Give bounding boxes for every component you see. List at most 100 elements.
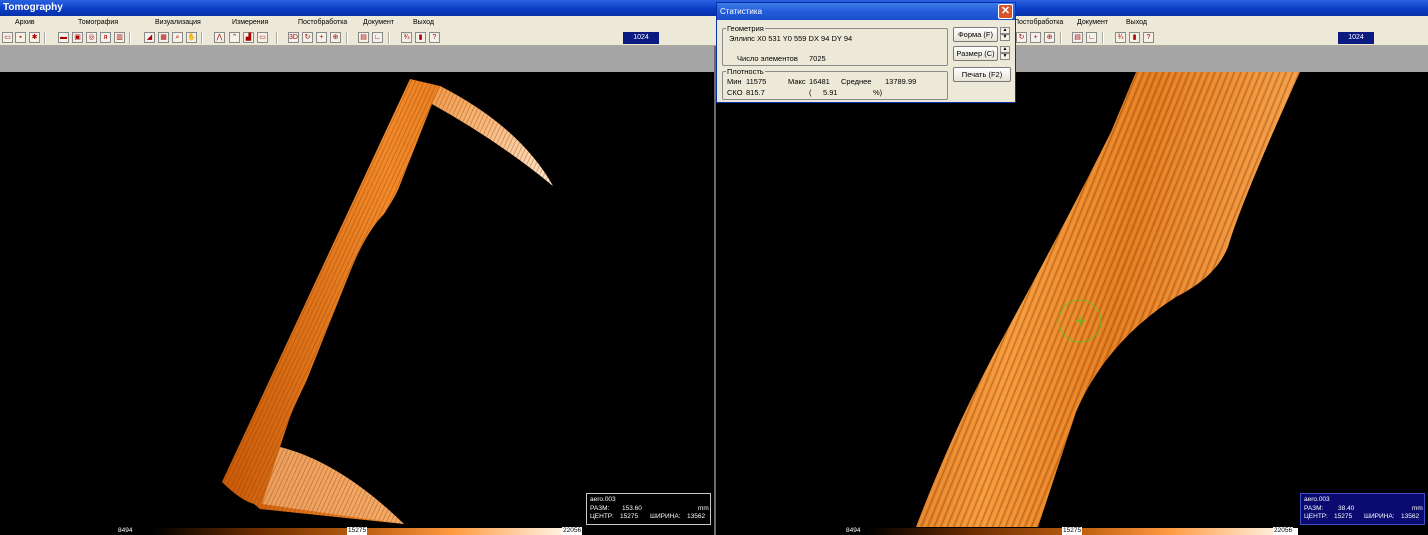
percent-open: ( xyxy=(809,88,812,97)
size-unit-zoomed: mm xyxy=(1412,504,1423,512)
table-icon[interactable]: ▥ xyxy=(114,32,125,43)
sko-value: 815.7 xyxy=(746,88,765,97)
element-count-label: Число элементов xyxy=(737,54,798,63)
geometry-values: Эллипс X0 531 Y0 559 DX 94 DY 94 xyxy=(729,34,853,43)
grid-icon[interactable]: ▦ xyxy=(158,32,169,43)
file-name-zoomed: aero.003 xyxy=(1304,496,1330,503)
percent-close: %) xyxy=(873,88,883,97)
menu-exit-right[interactable]: Выход xyxy=(1126,19,1147,26)
reconstruct-icon[interactable]: ᴙ xyxy=(100,32,111,43)
scale-max-right: 22056 xyxy=(1273,527,1294,535)
target-icon[interactable]: ◎ xyxy=(86,32,97,43)
ct-slice-view-full[interactable]: aero.003 РАЗМ: 153.60 mm ЦЕНТР: 15275 ШИ… xyxy=(0,72,714,527)
element-count-value: 7025 xyxy=(809,54,826,63)
plus-button[interactable]: + xyxy=(316,32,327,43)
geometry-label: Геометрия xyxy=(726,24,765,33)
fraction-icon[interactable]: ¾ xyxy=(401,32,412,43)
palette-icon[interactable]: ◢ xyxy=(144,32,155,43)
settings-icon[interactable]: ✱ xyxy=(29,32,40,43)
size-value-zoomed: 38.40 xyxy=(1338,504,1355,512)
rotate-icon-right[interactable]: ↻ xyxy=(1016,32,1027,43)
menu-visualization[interactable]: Визуализация xyxy=(155,19,201,26)
turbine-blade-cross-section xyxy=(222,79,553,524)
shape-spin-down-icon[interactable]: ▼ xyxy=(1000,34,1010,41)
exit-door-icon-right[interactable]: ▮ xyxy=(1129,32,1140,43)
width-label: ШИРИНА: xyxy=(650,513,681,520)
mean-label: Среднее xyxy=(841,77,872,86)
profile-icon[interactable]: ⋀ xyxy=(214,32,225,43)
menu-document-right[interactable]: Документ xyxy=(1077,19,1108,26)
print-button[interactable]: Печать (F2) xyxy=(953,67,1011,82)
statistics-dialog-title-bar[interactable]: Статистика ✕ xyxy=(717,3,1015,20)
dialog-title: Статистика xyxy=(720,7,763,16)
save-disk-icon[interactable]: ▪ xyxy=(15,32,26,43)
chart-axes-icon-right[interactable]: ∟ xyxy=(1086,32,1097,43)
center-value-zoomed: 15275 xyxy=(1334,513,1353,520)
max-value: 16481 xyxy=(809,77,830,86)
size-label-zoomed: РАЗМ: xyxy=(1304,504,1324,512)
width-value-zoomed: 13562 xyxy=(1401,513,1420,520)
size-button[interactable]: Размер (C) xyxy=(953,46,998,61)
max-label: Макс xyxy=(788,77,806,86)
exit-door-icon[interactable]: ▮ xyxy=(415,32,426,43)
crosshair-icon[interactable]: ⊕ xyxy=(330,32,341,43)
view-info-panel: aero.003 РАЗМ: 153.60 mm ЦЕНТР: 15275 ШИ… xyxy=(586,493,711,525)
help-icon-right[interactable]: ? xyxy=(1143,32,1154,43)
slice-number-display: 1024 xyxy=(623,32,659,44)
pan-icon[interactable]: ✋ xyxy=(186,32,197,43)
menu-archive[interactable]: Архив xyxy=(15,19,35,26)
toolbar-left: ▭ ▪ ✱ ▬ ▣ ◎ ᴙ ▥ ◢ ▦ ⌕ ✋ ⋀ ⌃ ▟ ▭ 3D ↻ + ⊕… xyxy=(0,30,714,46)
fraction-icon-right[interactable]: ¾ xyxy=(1115,32,1126,43)
shape-button[interactable]: Форма (F) xyxy=(953,27,998,42)
ct-slice-image-zoomed xyxy=(916,72,1300,527)
ruler-icon[interactable]: ▭ xyxy=(257,32,268,43)
menu-measurements[interactable]: Измерения xyxy=(232,19,268,26)
menu-postprocessing[interactable]: Постобработка xyxy=(298,19,347,26)
scale-min-right: 8494 xyxy=(846,527,861,534)
chart-axes-icon[interactable]: ∟ xyxy=(372,32,383,43)
line-profile-icon[interactable]: ⌃ xyxy=(229,32,240,43)
render-3d-button[interactable]: 3D xyxy=(288,32,299,43)
size-label: РАЗМ: xyxy=(590,504,610,512)
plus-button-right[interactable]: + xyxy=(1030,32,1041,43)
menu-tomography[interactable]: Томография xyxy=(78,19,118,26)
zoom-icon[interactable]: ⌕ xyxy=(172,32,183,43)
density-label: Плотность xyxy=(726,67,765,76)
statistics-dialog: Статистика ✕ Геометрия Эллипс X0 531 Y0 … xyxy=(716,2,1016,103)
center-label: ЦЕНТР: xyxy=(590,513,614,520)
center-value: 15275 xyxy=(620,513,639,520)
ct-icon[interactable]: ▣ xyxy=(72,32,83,43)
size-spin-down-icon[interactable]: ▼ xyxy=(1000,53,1010,60)
scale-max: 22056 xyxy=(562,527,583,535)
scanner-icon[interactable]: ▬ xyxy=(58,32,69,43)
width-value: 13562 xyxy=(687,513,706,520)
size-spin-up-icon[interactable]: ▲ xyxy=(1000,46,1010,53)
ct-slice-view-zoomed[interactable]: aero.003 РАЗМ: 38.40 mm ЦЕНТР: 15275 ШИР… xyxy=(716,72,1428,527)
color-scale-left: 8494 15275 22056 xyxy=(0,527,714,535)
min-label: Мин xyxy=(727,77,742,86)
print-icon-right[interactable]: ▤ xyxy=(1072,32,1083,43)
close-icon[interactable]: ✕ xyxy=(998,4,1013,19)
geometry-group: Геометрия Эллипс X0 531 Y0 559 DX 94 DY … xyxy=(722,24,948,66)
size-unit: mm xyxy=(698,504,709,512)
size-value: 153.60 xyxy=(622,504,642,512)
scale-min: 8494 xyxy=(118,527,133,534)
crosshair-icon-right[interactable]: ⊕ xyxy=(1044,32,1055,43)
scale-mid-right: 15275 xyxy=(1062,527,1083,535)
sko-label: СКО xyxy=(727,88,743,97)
menu-postprocessing-right[interactable]: Постобработка xyxy=(1014,19,1063,26)
menu-document[interactable]: Документ xyxy=(363,19,394,26)
histogram-icon[interactable]: ▟ xyxy=(243,32,254,43)
print-icon[interactable]: ▤ xyxy=(358,32,369,43)
zoomed-blade-section xyxy=(916,72,1300,527)
file-name: aero.003 xyxy=(590,496,616,503)
density-group: Плотность Мин 11575 Макс 16481 Среднее 1… xyxy=(722,67,948,100)
rotate-icon[interactable]: ↻ xyxy=(302,32,313,43)
mean-value: 13789.99 xyxy=(885,77,917,86)
slice-number-display-right: 1024 xyxy=(1338,32,1374,44)
open-folder-icon[interactable]: ▭ xyxy=(2,32,13,43)
min-value: 11575 xyxy=(746,77,767,86)
menu-exit[interactable]: Выход xyxy=(413,19,434,26)
shape-spin-up-icon[interactable]: ▲ xyxy=(1000,27,1010,34)
help-icon[interactable]: ? xyxy=(429,32,440,43)
